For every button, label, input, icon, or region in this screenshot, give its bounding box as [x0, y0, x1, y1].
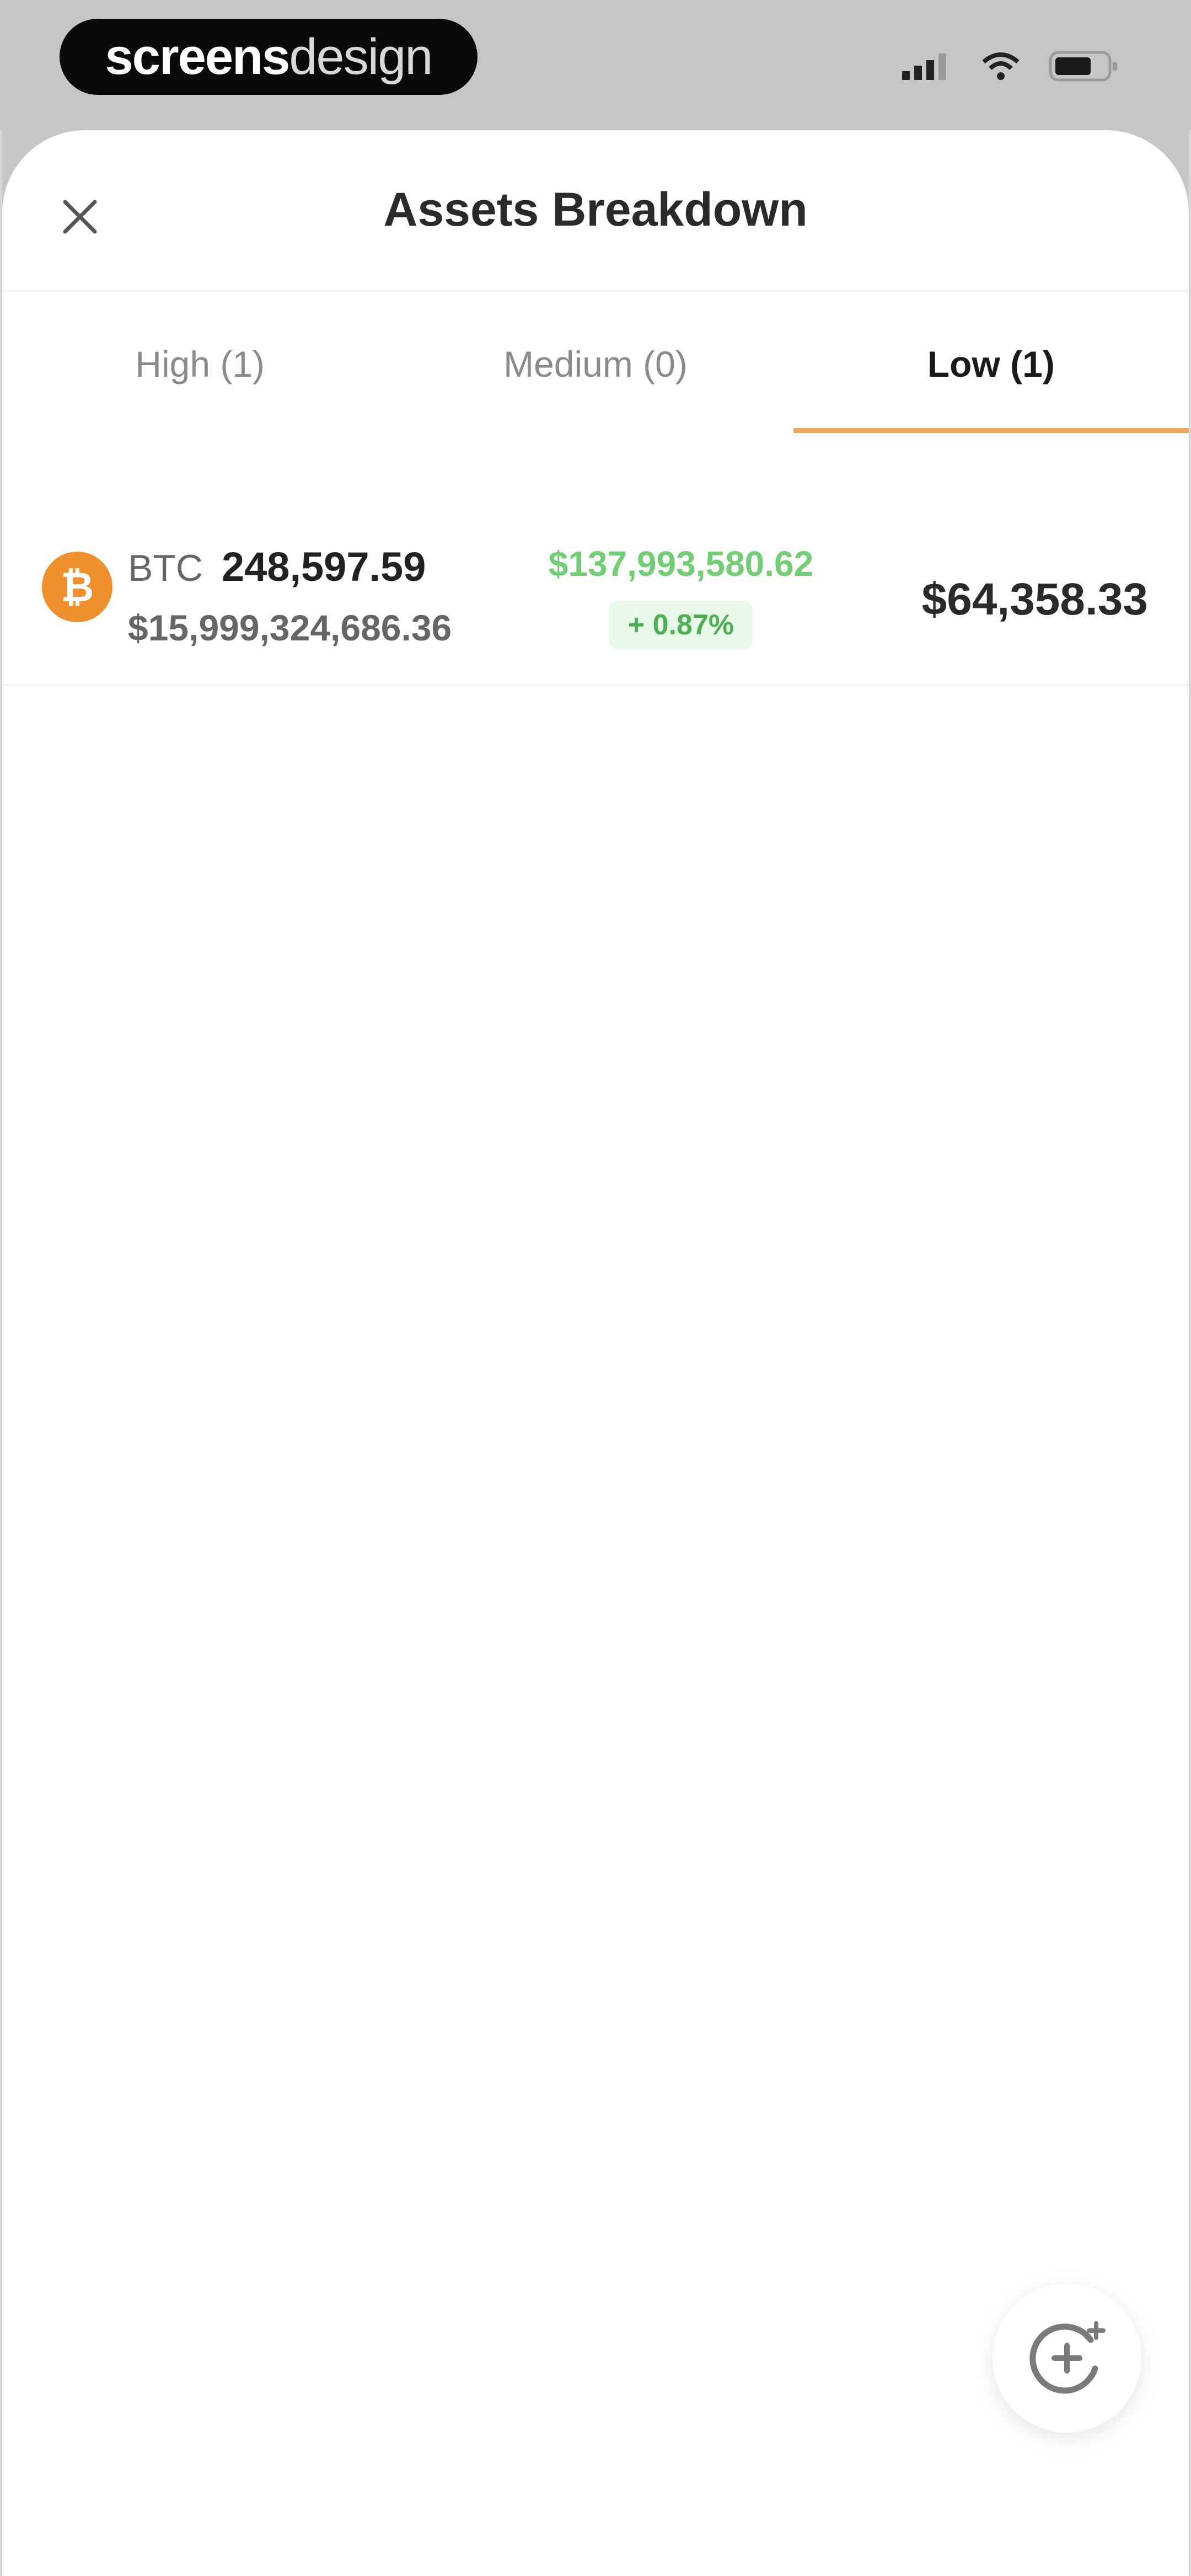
- asset-performance: $137,993,580.62 + 0.87%: [524, 543, 838, 649]
- asset-price: $64,358.33: [921, 574, 1148, 624]
- asset-fiat-value: $15,999,324,686.36: [128, 607, 452, 648]
- status-bar: screens design: [0, 0, 1191, 127]
- sheet-header: Assets Breakdown: [2, 130, 1189, 292]
- risk-tabs: High (1) Medium (0) Low (1): [2, 292, 1189, 436]
- signal-icon: [902, 54, 946, 80]
- sparkle-refresh-icon: [1029, 2321, 1106, 2394]
- asset-quantity: 248,597.59: [222, 544, 426, 590]
- battery-icon: [1049, 51, 1117, 82]
- bitcoin-icon: ₿: [42, 552, 112, 622]
- tab-high[interactable]: High (1): [2, 292, 398, 436]
- page-title: Assets Breakdown: [383, 183, 808, 236]
- bitcoin-icon-glyph: ₿: [60, 564, 94, 610]
- brand-logo-light: design: [289, 28, 433, 85]
- asset-main: BTC 248,597.59 $15,999,324,686.36: [128, 543, 452, 649]
- asset-symbol: BTC: [128, 547, 203, 589]
- tab-low-label: Low (1): [927, 344, 1055, 384]
- asset-change-badge: + 0.87%: [609, 601, 753, 649]
- asset-profit: $137,993,580.62: [548, 544, 814, 584]
- asset-symbol-line: BTC 248,597.59: [128, 543, 452, 590]
- status-icons: [902, 51, 1119, 82]
- tab-low[interactable]: Low (1): [793, 292, 1189, 436]
- ai-assistant-button[interactable]: [993, 2284, 1141, 2433]
- wifi-icon: [982, 52, 1020, 80]
- sheet-edge-right: [1189, 130, 1191, 2576]
- tab-high-label: High (1): [135, 344, 265, 384]
- tab-medium[interactable]: Medium (0): [398, 292, 793, 436]
- brand-logo-bold: screens: [105, 28, 291, 85]
- brand-logo: screens design: [60, 19, 478, 95]
- tab-medium-label: Medium (0): [503, 344, 688, 384]
